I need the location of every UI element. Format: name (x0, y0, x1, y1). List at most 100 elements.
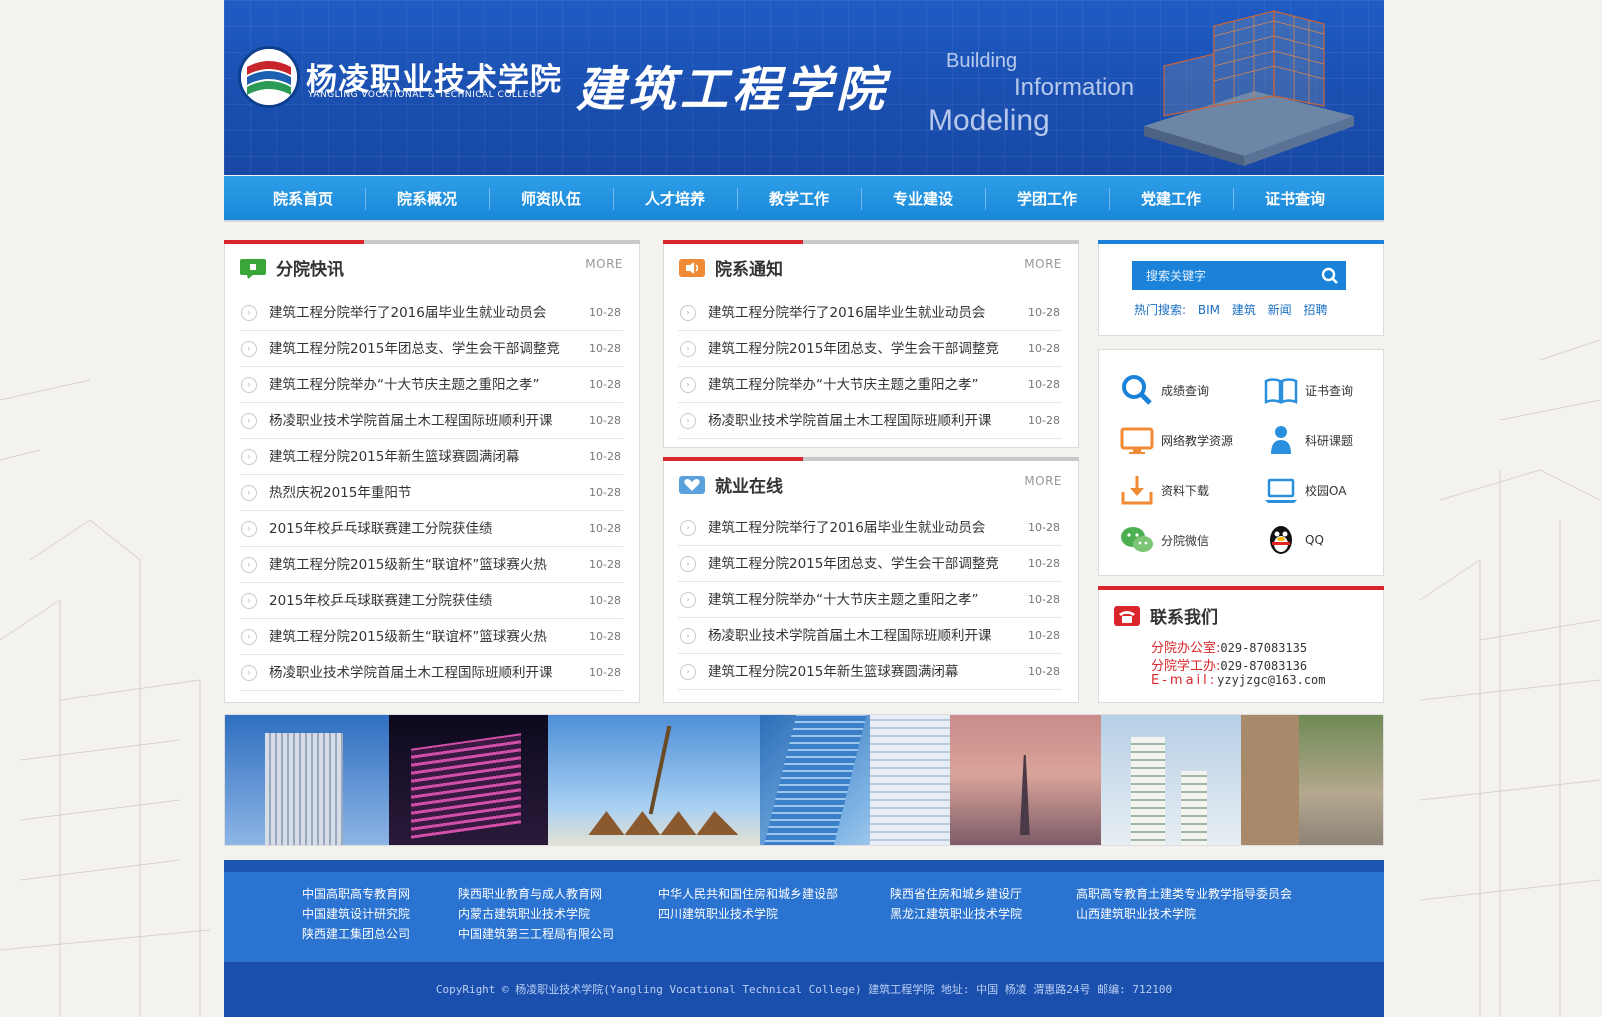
news-item[interactable]: › 建筑工程分院2015级新生“联谊杯”篮球赛火热 10-28 (239, 547, 623, 583)
news-item[interactable]: › 杨凌职业技术学院首届土木工程国际班顺利开课 10-28 (239, 403, 623, 439)
friendly-link[interactable]: 陕西建工集团总公司 (302, 924, 410, 944)
news-item[interactable]: › 热烈庆祝2015年重阳节 10-28 (239, 475, 623, 511)
circle-arrow-icon: › (241, 412, 257, 429)
nav-item-teaching[interactable]: 教学工作 (737, 176, 861, 222)
job-more-link[interactable]: MORE (1024, 474, 1062, 488)
quick-link-campus-oa[interactable]: 校园OA (1263, 472, 1346, 508)
news-list: › 建筑工程分院举行了2016届毕业生就业动员会 10-28 › 建筑工程分院2015年… (239, 295, 623, 691)
circle-arrow-icon: › (241, 556, 257, 573)
quick-link-download[interactable]: 资料下载 (1119, 472, 1209, 508)
notice-item[interactable]: › 杨凌职业技术学院首届土木工程国际班顺利开课 10-28 (678, 403, 1062, 439)
quick-link-research[interactable]: 科研课题 (1263, 422, 1353, 458)
notice-item-title: 杨凌职业技术学院首届土木工程国际班顺利开课 (708, 412, 992, 429)
circle-arrow-icon: › (241, 664, 257, 681)
news-item-date: 10-28 (589, 413, 621, 427)
quick-link-grades[interactable]: 成绩查询 (1119, 372, 1209, 408)
photo-night-building[interactable] (388, 715, 549, 845)
hot-search: 热门搜索: BIM 建筑 新闻 招聘 (1134, 301, 1336, 318)
news-item-title: 2015年校乒乓球联赛建工分院获佳绩 (269, 592, 493, 609)
circle-arrow-icon: › (241, 628, 257, 645)
photo-city-eiffel[interactable] (949, 715, 1102, 845)
photo-residential-towers[interactable] (1101, 715, 1242, 845)
news-item[interactable]: › 建筑工程分院举行了2016届毕业生就业动员会 10-28 (239, 295, 623, 331)
search-button[interactable] (1314, 261, 1346, 290)
job-item[interactable]: › 建筑工程分院举行了2016届毕业生就业动员会 10-28 (678, 510, 1062, 546)
news-item[interactable]: › 建筑工程分院2015年团总支、学生会干部调整竞 10-28 (239, 331, 623, 367)
news-item[interactable]: › 杨凌职业技术学院首届土木工程国际班顺利开课 10-28 (239, 655, 623, 691)
news-item-date: 10-28 (589, 305, 621, 319)
photo-street-trees[interactable] (1241, 715, 1383, 845)
nav-item-home[interactable]: 院系首页 (241, 176, 365, 222)
qq-penguin-icon (1270, 526, 1292, 554)
hot-term-jobs[interactable]: 招聘 (1304, 303, 1328, 317)
link-column-4: 陕西省住房和城乡建设厅 黑龙江建筑职业技术学院 (890, 884, 1022, 924)
search-input[interactable] (1132, 268, 1314, 283)
circle-arrow-icon: › (241, 376, 257, 393)
heart-monitor-icon (679, 475, 705, 494)
circle-arrow-icon: › (241, 520, 257, 537)
quick-link-qq[interactable]: QQ (1263, 522, 1324, 558)
friendly-link[interactable]: 陕西省住房和城乡建设厅 (890, 884, 1022, 904)
nav-item-student-affairs[interactable]: 学团工作 (985, 176, 1109, 222)
news-item-title: 2015年校乒乓球联赛建工分院获佳绩 (269, 520, 493, 537)
notice-item[interactable]: › 建筑工程分院举行了2016届毕业生就业动员会 10-28 (678, 295, 1062, 331)
friendly-links: 中国高职高专教育网 中国建筑设计研究院 陕西建工集团总公司 陕西职业教育与成人教… (224, 860, 1384, 962)
magnifier-icon (1122, 375, 1152, 405)
friendly-link[interactable]: 中国建筑设计研究院 (302, 904, 410, 924)
friendly-link[interactable]: 内蒙古建筑职业技术学院 (458, 904, 614, 924)
notice-item[interactable]: › 建筑工程分院2015年团总支、学生会干部调整竞 10-28 (678, 331, 1062, 367)
notice-more-link[interactable]: MORE (1024, 257, 1062, 271)
job-item[interactable]: › 杨凌职业技术学院首届土木工程国际班顺利开课 10-28 (678, 618, 1062, 654)
hot-term-building[interactable]: 建筑 (1232, 303, 1256, 317)
friendly-link[interactable]: 黑龙江建筑职业技术学院 (890, 904, 1022, 924)
news-item[interactable]: › 建筑工程分院2015年新生篮球赛圆满闭幕 10-28 (239, 439, 623, 475)
job-item-date: 10-28 (1028, 664, 1060, 678)
book-icon (1264, 378, 1298, 404)
nav-item-faculty[interactable]: 师资队伍 (489, 176, 613, 222)
friendly-link[interactable]: 中国高职高专教育网 (302, 884, 410, 904)
friendly-link[interactable]: 中华人民共和国住房和城乡建设部 (658, 884, 838, 904)
job-item[interactable]: › 建筑工程分院2015年新生篮球赛圆满闭幕 10-28 (678, 654, 1062, 690)
hot-term-news[interactable]: 新闻 (1268, 303, 1292, 317)
job-item[interactable]: › 建筑工程分院2015年团总支、学生会干部调整竞 10-28 (678, 546, 1062, 582)
nav-item-majors[interactable]: 专业建设 (861, 176, 985, 222)
news-item-date: 10-28 (589, 521, 621, 535)
nav-item-certificate[interactable]: 证书查询 (1233, 176, 1357, 222)
copyright-bar: CopyRight © 杨凌职业技术学院(Yangling Vocational… (224, 962, 1384, 1017)
site-header: 杨凌职业技术学院 YANGLING VOCATIONAL & TECHNICAL… (224, 0, 1384, 175)
news-more-link[interactable]: MORE (585, 257, 623, 271)
friendly-link[interactable]: 山西建筑职业技术学院 (1076, 904, 1292, 924)
circle-arrow-icon: › (680, 376, 696, 393)
job-item-date: 10-28 (1028, 520, 1060, 534)
quick-link-certificate[interactable]: 证书查询 (1263, 372, 1353, 408)
hot-term-bim[interactable]: BIM (1198, 303, 1220, 317)
friendly-link[interactable]: 高职高专教育土建类专业教学指导委员会 (1076, 884, 1292, 904)
news-item[interactable]: › 2015年校乒乓球联赛建工分院获佳绩 10-28 (239, 583, 623, 619)
contact-panel: 联系我们 分院办公室:029-87083135 分院学工办:029-870831… (1098, 586, 1384, 703)
friendly-link[interactable]: 中国建筑第三工程局有限公司 (458, 924, 614, 944)
notice-item-date: 10-28 (1028, 305, 1060, 319)
news-item-date: 10-28 (589, 557, 621, 571)
news-item[interactable]: › 2015年校乒乓球联赛建工分院获佳绩 10-28 (239, 511, 623, 547)
news-item[interactable]: › 建筑工程分院2015级新生“联谊杯”篮球赛火热 10-28 (239, 619, 623, 655)
quick-link-online-teaching[interactable]: 网络教学资源 (1119, 422, 1233, 458)
link-column-3: 中华人民共和国住房和城乡建设部 四川建筑职业技术学院 (658, 884, 838, 924)
job-item[interactable]: › 建筑工程分院举办“十大节庆主题之重阳之孝” 10-28 (678, 582, 1062, 618)
notice-item[interactable]: › 建筑工程分院举办“十大节庆主题之重阳之孝” 10-28 (678, 367, 1062, 403)
quick-link-wechat[interactable]: 分院微信 (1119, 522, 1209, 558)
news-item-date: 10-28 (589, 629, 621, 643)
friendly-link[interactable]: 陕西职业教育与成人教育网 (458, 884, 614, 904)
photo-hotel-tower[interactable] (225, 715, 389, 845)
news-item[interactable]: › 建筑工程分院举办“十大节庆主题之重阳之孝” 10-28 (239, 367, 623, 403)
nav-item-training[interactable]: 人才培养 (613, 176, 737, 222)
school-name: 建筑工程学院 (576, 62, 889, 118)
nav-item-overview[interactable]: 院系概况 (365, 176, 489, 222)
notice-item-title: 建筑工程分院举办“十大节庆主题之重阳之孝” (708, 376, 979, 393)
friendly-link[interactable]: 四川建筑职业技术学院 (658, 904, 838, 924)
college-logo (238, 46, 300, 108)
photo-palm-resort[interactable] (548, 715, 761, 845)
news-item-title: 建筑工程分院2015年团总支、学生会干部调整竞 (269, 340, 560, 357)
news-item-date: 10-28 (589, 665, 621, 679)
photo-glass-skyscraper[interactable] (760, 715, 950, 845)
nav-item-party[interactable]: 党建工作 (1109, 176, 1233, 222)
